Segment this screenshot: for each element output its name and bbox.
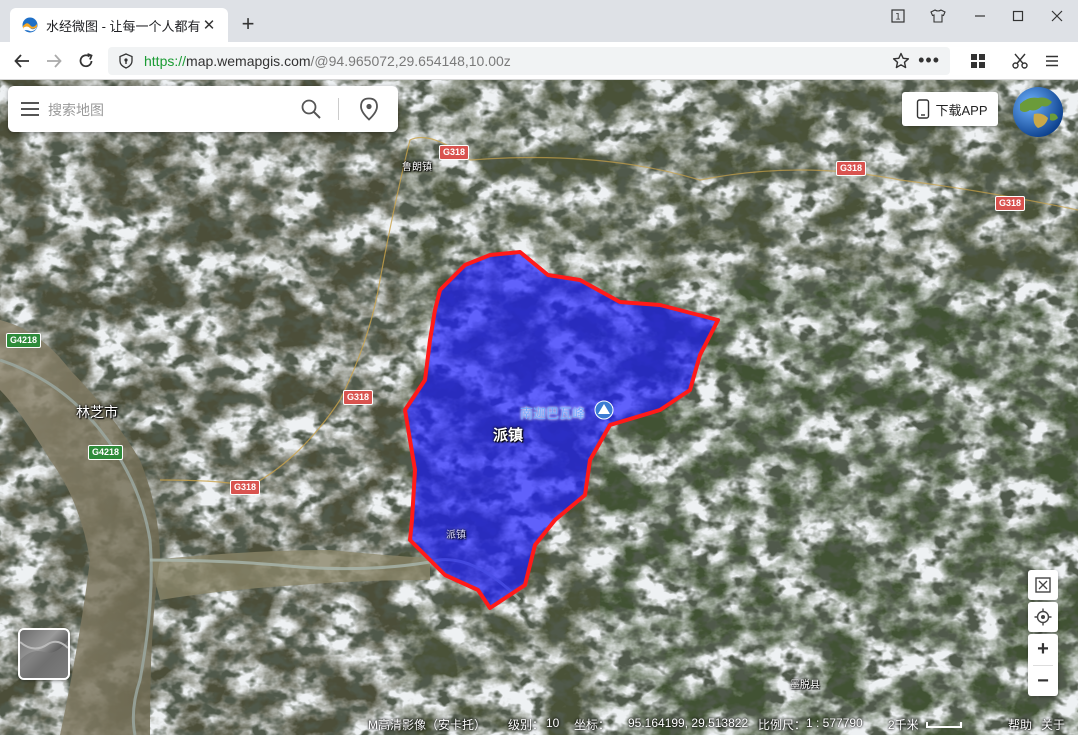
download-app-label: 下载APP: [935, 102, 988, 118]
tab-title: 水经微图 - 让每一个人都有自: [46, 18, 200, 34]
zoom-in-button[interactable]: +: [1028, 634, 1058, 664]
back-icon[interactable]: [10, 49, 34, 73]
scale-distance: 2千米: [888, 718, 919, 732]
site-favicon-icon: [22, 17, 38, 33]
new-tab-button[interactable]: +: [236, 12, 260, 36]
address-bar[interactable]: https:// map.wemapgis.com /@94.965072,29…: [108, 47, 950, 75]
place-label-pai-town-small[interactable]: 派镇: [446, 526, 466, 541]
apps-grid-icon[interactable]: [966, 49, 990, 73]
road-label-g318: G318: [439, 145, 470, 160]
tab-close-icon[interactable]: ✕: [200, 16, 218, 34]
status-bar: M高清影像（安卡托） 级别： 10 坐标： 95.164199, 29.5138…: [0, 712, 1078, 735]
search-panel: [8, 86, 398, 132]
window-close-icon[interactable]: [1045, 6, 1069, 26]
locate-me-button[interactable]: [1028, 602, 1058, 632]
about-link[interactable]: 关于: [1041, 716, 1065, 733]
level-label: 级别：: [508, 718, 545, 732]
browser-nav-bar: https:// map.wemapgis.com /@94.965072,29…: [0, 42, 1078, 80]
url-path: /@94.965072,29.654148,10.00z: [310, 53, 511, 69]
crosshair-icon: [1034, 608, 1052, 626]
phone-icon: [917, 99, 930, 119]
help-link[interactable]: 帮助: [1008, 716, 1032, 733]
fullscreen-icon: [1035, 577, 1051, 593]
road-label-g318: G318: [343, 390, 374, 405]
menu-icon[interactable]: [20, 99, 40, 119]
search-icon[interactable]: [300, 98, 322, 120]
search-input[interactable]: [46, 96, 300, 124]
reload-icon[interactable]: [74, 49, 98, 73]
place-label-namcha-barwa[interactable]: 南迦巴瓦峰: [520, 403, 585, 422]
maximize-icon[interactable]: [1006, 6, 1030, 26]
coord-label: 坐标：: [574, 718, 611, 732]
zoom-controls: + −: [1028, 634, 1058, 696]
place-label-pai-town[interactable]: 派镇: [493, 424, 523, 445]
scale-value: 1 : 577790: [806, 716, 863, 730]
screenshot-scissors-icon[interactable]: [1008, 49, 1032, 73]
zoom-out-button[interactable]: −: [1028, 666, 1058, 696]
globe-view-icon[interactable]: [1012, 86, 1064, 138]
svg-text:1: 1: [895, 13, 901, 23]
layer-thumbnail-icon: [20, 640, 68, 678]
coord-value: 95.164199, 29.513822: [628, 716, 749, 730]
road-label-g4218: G4218: [88, 445, 124, 460]
browser-tab[interactable]: 水经微图 - 让每一个人都有自 ✕: [10, 8, 228, 42]
skin-shirt-icon[interactable]: [926, 6, 950, 26]
scale-label: 比例尺：: [758, 718, 807, 732]
layer-switch-button[interactable]: [18, 628, 70, 680]
place-label-medog[interactable]: 墨脱县: [790, 676, 820, 691]
page-more-icon[interactable]: •••: [918, 50, 940, 71]
browser-tab-bar: 水经微图 - 让每一个人都有自 ✕ + 1: [0, 0, 1078, 42]
scale-bar: [926, 722, 962, 728]
location-pin-icon[interactable]: [358, 97, 380, 121]
imagery-source[interactable]: M高清影像（安卡托）: [368, 716, 486, 733]
tab-counter-icon[interactable]: 1: [886, 6, 910, 26]
url-scheme: https://: [144, 53, 187, 69]
menu-icon[interactable]: [1040, 49, 1064, 73]
road-label-g318: G318: [995, 196, 1026, 211]
road-label-g318: G318: [230, 480, 261, 495]
search-divider: [338, 98, 339, 120]
place-label-nyingchi[interactable]: 林芝市: [76, 402, 118, 422]
map-viewport[interactable]: 下载APP 鲁朗镇 林芝市 派镇 派镇 南迦巴瓦峰 墨脱县 G318 G318 …: [0, 80, 1078, 735]
road-label-g318: G318: [836, 161, 867, 176]
fullscreen-button[interactable]: [1028, 570, 1058, 600]
level-value: 10: [546, 716, 560, 730]
url-host: map.wemapgis.com: [186, 53, 311, 69]
download-app-button[interactable]: 下载APP: [902, 92, 998, 126]
road-label-g4218: G4218: [6, 333, 42, 348]
minimize-icon[interactable]: [968, 6, 992, 26]
shield-icon[interactable]: [118, 53, 134, 69]
place-label-luolang[interactable]: 鲁朗镇: [402, 158, 432, 173]
bookmark-star-icon[interactable]: [892, 52, 910, 70]
forward-icon[interactable]: [42, 49, 66, 73]
